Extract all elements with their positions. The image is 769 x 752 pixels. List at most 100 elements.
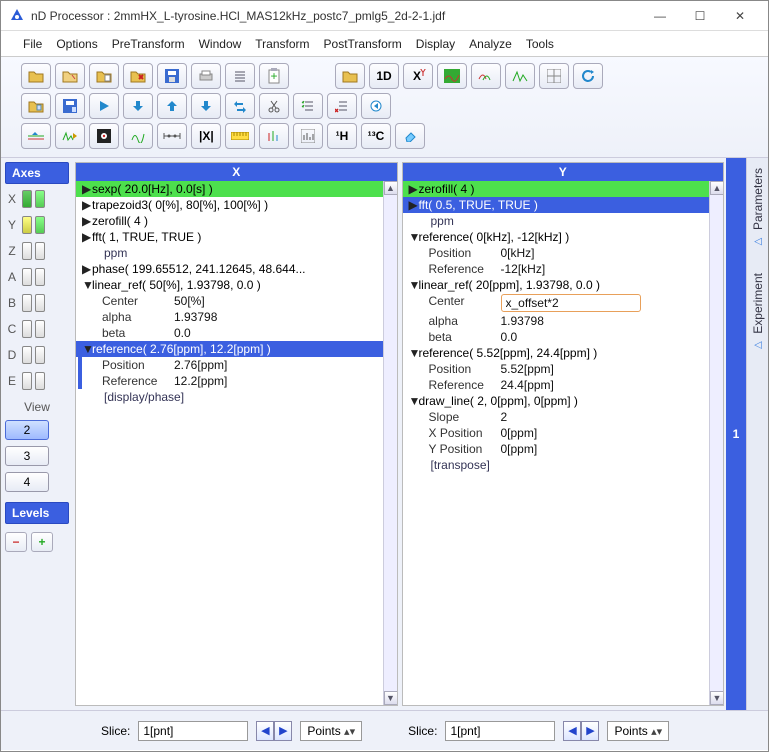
param-row[interactable]: beta0.0 (76, 325, 383, 341)
slice-y-next-icon[interactable]: ▶ (581, 721, 599, 741)
list-x-icon[interactable] (327, 93, 357, 119)
param-row[interactable]: Center50[%] (76, 293, 383, 309)
pane-x-scrollbar[interactable]: ▲ ▼ (383, 181, 397, 705)
slice-x-prev-icon[interactable]: ◀ (256, 721, 274, 741)
menu-pretransform[interactable]: PreTransform (112, 37, 185, 51)
proc-label[interactable]: [display/phase] (76, 389, 383, 405)
folder-doc-icon[interactable] (21, 93, 51, 119)
axis-e-row[interactable]: E (5, 370, 69, 392)
axis-b-row[interactable]: B (5, 292, 69, 314)
pane-y-list[interactable]: ▶zerofill( 4 )▶fft( 0.5, TRUE, TRUE )ppm… (403, 181, 710, 705)
play-icon[interactable] (89, 93, 119, 119)
level-plus-button[interactable]: + (31, 532, 53, 552)
level-minus-button[interactable]: − (5, 532, 27, 552)
list-icon[interactable] (225, 63, 255, 89)
ruler-icon[interactable] (225, 123, 255, 149)
param-row[interactable]: Position2.76[ppm] (76, 357, 383, 373)
menu-analyze[interactable]: Analyze (469, 37, 512, 51)
axis-d-row[interactable]: D (5, 344, 69, 366)
axis-a-row[interactable]: A (5, 266, 69, 288)
scroll-down-icon[interactable]: ▼ (710, 691, 723, 705)
proc-node[interactable]: ▼linear_ref( 50[%], 1.93798, 0.0 ) (76, 277, 383, 293)
slice-x-next-icon[interactable]: ▶ (274, 721, 292, 741)
open-doc-icon[interactable] (89, 63, 119, 89)
slice-input-y[interactable] (445, 721, 555, 741)
range-icon[interactable] (157, 123, 187, 149)
peaks-color-icon[interactable] (259, 123, 289, 149)
scroll-up-icon[interactable]: ▲ (710, 181, 723, 195)
proc-node[interactable]: ▶trapezoid3( 0[%], 80[%], 100[%] ) (76, 197, 383, 213)
histogram-icon[interactable] (293, 123, 323, 149)
proc-node[interactable]: ▶fft( 0.5, TRUE, TRUE ) (403, 197, 710, 213)
arrow-up-icon[interactable] (157, 93, 187, 119)
param-row[interactable]: Slope2 (403, 409, 710, 425)
overlay-icon[interactable] (471, 63, 501, 89)
close-button[interactable]: ✕ (720, 2, 760, 30)
pane-y-scrollbar[interactable]: ▲ ▼ (709, 181, 723, 705)
units-select-y[interactable]: Points ▴▾ (607, 721, 669, 741)
clipboard-add-icon[interactable]: + (259, 63, 289, 89)
scroll-up-icon[interactable]: ▲ (384, 181, 397, 195)
axis-y-row[interactable]: Y (5, 214, 69, 236)
pane-x-list[interactable]: ▶sexp( 20.0[Hz], 0.0[s] )▶trapezoid3( 0[… (76, 181, 383, 705)
axis-z-row[interactable]: Z (5, 240, 69, 262)
view-3-button[interactable]: 3 (5, 446, 49, 466)
list-check-icon[interactable] (293, 93, 323, 119)
proc-node[interactable]: ▶zerofill( 4 ) (403, 181, 710, 197)
proc-node[interactable]: ▼linear_ref( 20[ppm], 1.93798, 0.0 ) (403, 277, 710, 293)
proc-node[interactable]: ▼draw_line( 2, 0[ppm], 0[ppm] ) (403, 393, 710, 409)
xy-icon[interactable]: XY (403, 63, 433, 89)
axis-x-row[interactable]: X (5, 188, 69, 210)
menu-options[interactable]: Options (56, 37, 97, 51)
refresh-icon[interactable] (573, 63, 603, 89)
cut-icon[interactable] (259, 93, 289, 119)
peak-icon[interactable] (505, 63, 535, 89)
param-row[interactable]: beta0.0 (403, 329, 710, 345)
print-icon[interactable] (191, 63, 221, 89)
param-row[interactable]: Reference-12[kHz] (403, 261, 710, 277)
proc-node[interactable]: ▼reference( 2.76[ppm], 12.2[ppm] ) (76, 341, 383, 357)
dimension-strip[interactable]: 1 (726, 158, 746, 710)
minimize-button[interactable]: — (640, 2, 680, 30)
c-nucleus-button[interactable]: ¹³C (361, 123, 391, 149)
param-row[interactable]: Position0[kHz] (403, 245, 710, 261)
maximize-button[interactable]: ☐ (680, 2, 720, 30)
param-row[interactable]: alpha1.93798 (403, 313, 710, 329)
parameters-tab[interactable]: ▷Parameters (751, 168, 765, 247)
menu-window[interactable]: Window (199, 37, 242, 51)
param-input[interactable] (501, 294, 641, 312)
open-hand-icon[interactable] (55, 63, 85, 89)
param-row[interactable]: Reference24.4[ppm] (403, 377, 710, 393)
open-1d-icon[interactable] (335, 63, 365, 89)
param-row[interactable]: Y Position0[ppm] (403, 441, 710, 457)
axis-c-row[interactable]: C (5, 318, 69, 340)
proc-node[interactable]: ▼reference( 5.52[ppm], 24.4[ppm] ) (403, 345, 710, 361)
abs-icon[interactable]: |X| (191, 123, 221, 149)
grid-icon[interactable] (539, 63, 569, 89)
param-row[interactable]: Position5.52[ppm] (403, 361, 710, 377)
target-icon[interactable] (89, 123, 119, 149)
param-row[interactable]: alpha1.93798 (76, 309, 383, 325)
open-delete-icon[interactable] (123, 63, 153, 89)
save-doc-icon[interactable] (55, 93, 85, 119)
view-4-button[interactable]: 4 (5, 472, 49, 492)
swap-icon[interactable] (225, 93, 255, 119)
open-folder-icon[interactable] (21, 63, 51, 89)
param-row[interactable]: Center (403, 293, 710, 313)
slice-input-x[interactable] (138, 721, 248, 741)
proc-label[interactable]: [transpose] (403, 457, 710, 473)
param-row[interactable]: Reference12.2[ppm] (76, 373, 383, 389)
integral-icon[interactable] (123, 123, 153, 149)
units-select-x[interactable]: Points ▴▾ (300, 721, 362, 741)
experiment-tab[interactable]: ▷Experiment (751, 273, 765, 351)
step-left-icon[interactable] (361, 93, 391, 119)
contour-color-icon[interactable] (437, 63, 467, 89)
eraser-icon[interactable] (395, 123, 425, 149)
save-icon[interactable] (157, 63, 187, 89)
spectrum-play-icon[interactable] (55, 123, 85, 149)
view-2-button[interactable]: 2 (5, 420, 49, 440)
h-nucleus-button[interactable]: ¹H (327, 123, 357, 149)
baseline-icon[interactable] (21, 123, 51, 149)
proc-label[interactable]: ppm (403, 213, 710, 229)
slice-y-prev-icon[interactable]: ◀ (563, 721, 581, 741)
